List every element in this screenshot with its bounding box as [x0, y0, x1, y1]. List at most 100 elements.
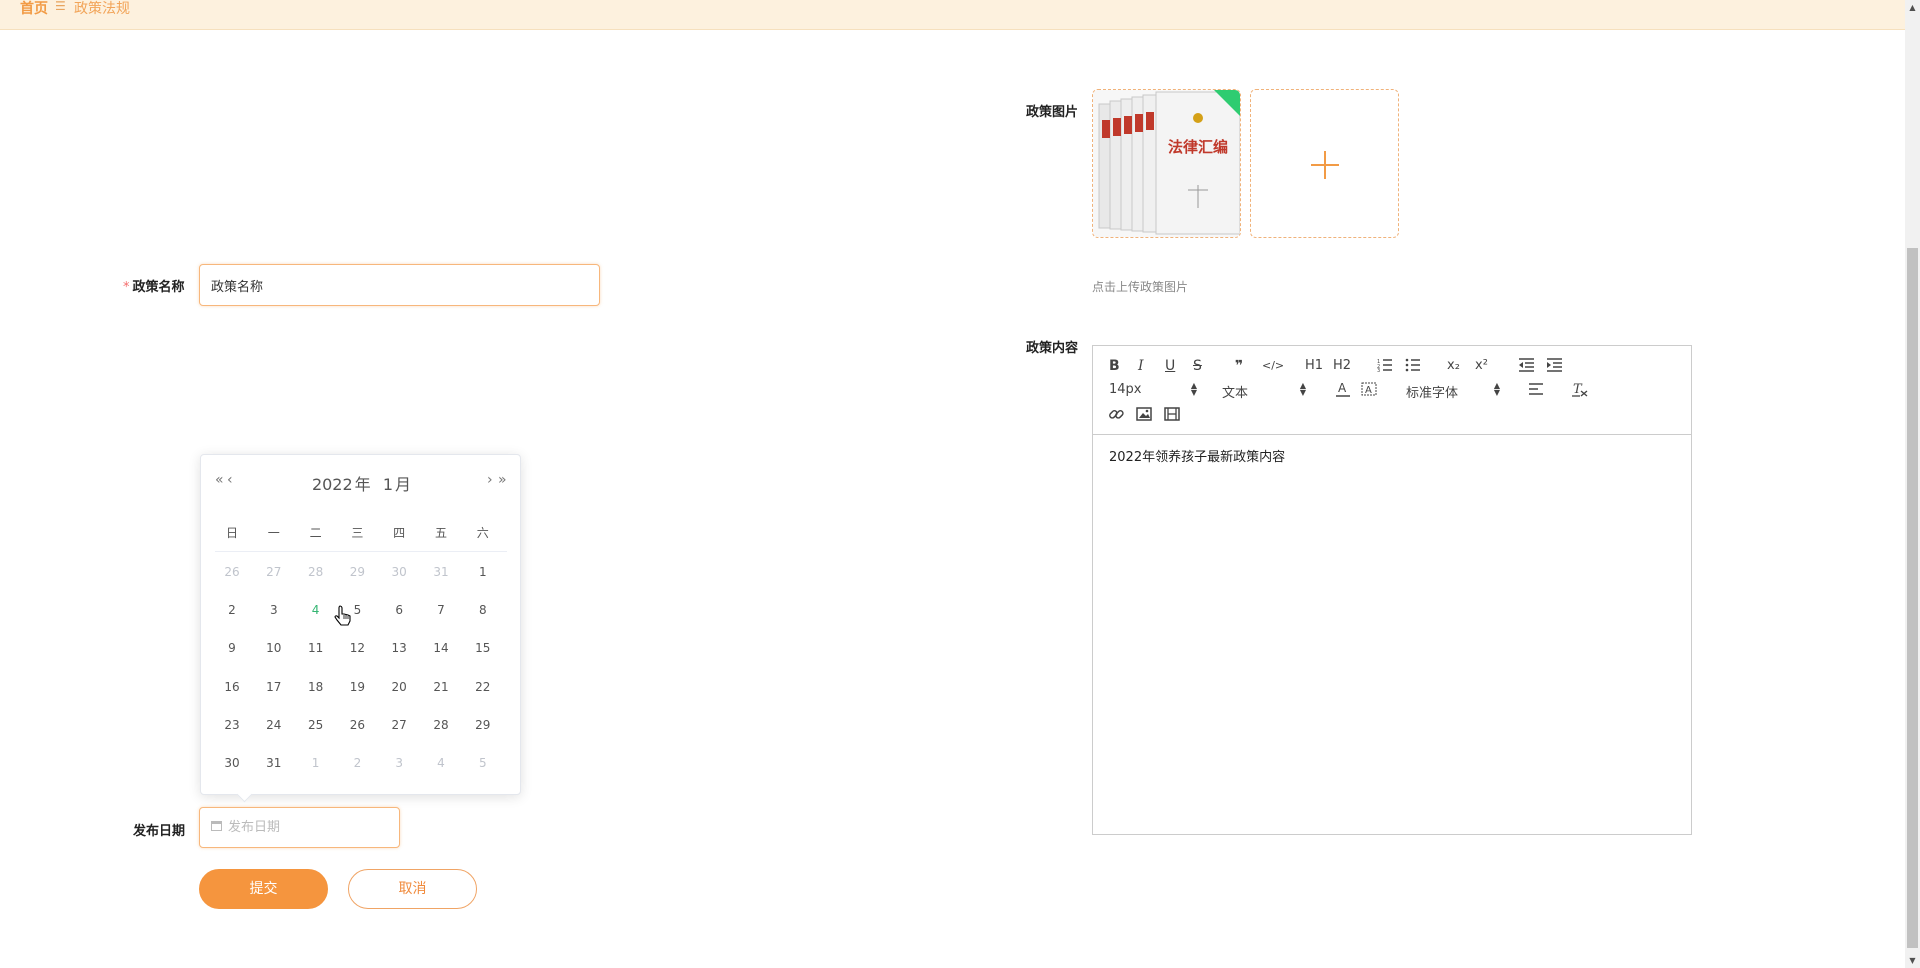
calendar-day[interactable]: 18 [301, 680, 331, 694]
calendar-day[interactable]: 16 [217, 680, 247, 694]
calendar-day[interactable]: 11 [301, 641, 331, 655]
align-icon[interactable] [1529, 383, 1545, 397]
image-icon[interactable] [1136, 407, 1152, 421]
calendar-day[interactable]: 29 [342, 565, 372, 579]
superscript-icon[interactable]: x² [1475, 358, 1488, 374]
weekday-header: 日一二三四五六 [215, 524, 507, 542]
calendar-day[interactable]: 22 [468, 680, 498, 694]
uploaded-image-thumb[interactable]: 法律汇编 [1092, 89, 1241, 238]
publish-date-field[interactable] [199, 807, 400, 848]
select-caret-icon: ▲ ▼ [1190, 381, 1197, 397]
calendar-day[interactable]: 1 [468, 565, 498, 579]
scroll-thumb[interactable] [1907, 248, 1918, 948]
header-select[interactable]: 文本 ▲ ▼ [1222, 381, 1306, 402]
code-icon[interactable]: </> [1262, 358, 1284, 374]
calendar-day[interactable]: 10 [259, 641, 289, 655]
indent-decrease-icon[interactable] [1519, 358, 1535, 372]
calendar-day[interactable]: 7 [426, 603, 456, 617]
calendar-day[interactable]: 27 [259, 565, 289, 579]
calendar-day[interactable]: 3 [384, 756, 414, 770]
text-color-icon[interactable]: A [1336, 381, 1350, 397]
scroll-up-icon[interactable]: ▲ [1905, 0, 1920, 15]
calendar-year[interactable]: 2022 [312, 475, 353, 494]
font-size-select[interactable]: 14px ▲ ▼ [1109, 382, 1197, 398]
calendar-day[interactable]: 2 [217, 603, 247, 617]
next-year-icon[interactable]: » [498, 472, 507, 488]
calendar-day-today[interactable]: 4 [301, 603, 331, 617]
calendar-day[interactable]: 5 [468, 756, 498, 770]
underline-icon[interactable]: U [1165, 358, 1175, 374]
policy-name-input[interactable] [199, 264, 600, 306]
calendar-day[interactable]: 12 [342, 641, 372, 655]
video-icon[interactable] [1164, 407, 1180, 421]
breadcrumb-current[interactable]: 政策法规 [74, 0, 130, 18]
calendar-day[interactable]: 28 [301, 565, 331, 579]
calendar-day[interactable]: 28 [426, 718, 456, 732]
calendar-icon [211, 821, 222, 831]
breadcrumb-bar: 首页 ☰ 政策法规 [0, 0, 1905, 30]
ordered-list-icon[interactable]: 123 [1377, 358, 1393, 372]
calendar-day[interactable]: 26 [342, 718, 372, 732]
calendar-day[interactable]: 15 [468, 641, 498, 655]
weekday-label: 三 [351, 526, 364, 540]
upload-success-badge [1213, 90, 1240, 117]
editor-content[interactable]: 2022年领养孩子最新政策内容 [1109, 446, 1285, 465]
calendar-day[interactable]: 14 [426, 641, 456, 655]
calendar-day[interactable]: 21 [426, 680, 456, 694]
publish-date-input[interactable] [228, 808, 388, 847]
bullet-list-icon[interactable] [1405, 358, 1421, 372]
rich-text-editor: B I U S ❞ </> H1 H2 123 x₂ x² 14px ▲ ▼ 文… [1092, 345, 1692, 835]
calendar-header: 2022 年 1月 [201, 471, 522, 495]
link-icon[interactable] [1108, 406, 1124, 422]
calendar-day[interactable]: 4 [426, 756, 456, 770]
calendar-day[interactable]: 25 [301, 718, 331, 732]
calendar-day[interactable]: 31 [426, 565, 456, 579]
calendar-day[interactable]: 17 [259, 680, 289, 694]
italic-icon[interactable]: I [1138, 358, 1144, 374]
weekday-label: 四 [393, 526, 406, 540]
h1-icon[interactable]: H1 [1305, 358, 1323, 374]
calendar-day[interactable]: 13 [384, 641, 414, 655]
page-scrollbar[interactable]: ▲ ▼ [1905, 0, 1920, 968]
calendar-day[interactable]: 3 [259, 603, 289, 617]
background-color-icon[interactable]: A [1361, 381, 1377, 397]
calendar-day[interactable]: 31 [259, 756, 289, 770]
clear-format-icon[interactable]: T [1572, 381, 1588, 397]
publish-date-label: 发布日期 [133, 824, 186, 839]
h2-icon[interactable]: H2 [1333, 358, 1351, 374]
scroll-down-icon[interactable]: ▼ [1905, 953, 1920, 968]
weekday-label: 二 [309, 526, 322, 540]
cancel-button[interactable]: 取消 [348, 869, 477, 909]
calendar-day[interactable]: 19 [342, 680, 372, 694]
next-month-icon[interactable]: › [487, 472, 493, 488]
upload-image-button[interactable] [1250, 89, 1399, 238]
calendar-day[interactable]: 23 [217, 718, 247, 732]
font-size-value: 14px [1109, 382, 1142, 397]
svg-text:A: A [1338, 381, 1347, 395]
calendar-day[interactable]: 9 [217, 641, 247, 655]
indent-increase-icon[interactable] [1547, 358, 1563, 372]
calendar-day[interactable]: 27 [384, 718, 414, 732]
submit-button[interactable]: 提交 [199, 869, 328, 909]
calendar-day[interactable]: 8 [468, 603, 498, 617]
bold-icon[interactable]: B [1109, 358, 1120, 374]
popup-arrow [236, 786, 253, 803]
quote-icon[interactable]: ❞ [1235, 358, 1243, 374]
strike-icon[interactable]: S [1193, 358, 1202, 374]
divider [215, 551, 507, 552]
calendar-day[interactable]: 29 [468, 718, 498, 732]
select-caret-icon: ▲ ▼ [1299, 381, 1306, 397]
calendar-day[interactable]: 26 [217, 565, 247, 579]
font-family-select[interactable]: 标准字体 ▲ ▼ [1406, 382, 1500, 402]
calendar-day[interactable]: 2 [342, 756, 372, 770]
svg-text:A: A [1365, 385, 1372, 396]
calendar-month[interactable]: 1 [383, 475, 393, 494]
calendar-day[interactable]: 1 [301, 756, 331, 770]
calendar-day[interactable]: 30 [384, 565, 414, 579]
subscript-icon[interactable]: x₂ [1447, 358, 1460, 374]
breadcrumb-home[interactable]: 首页 [20, 0, 48, 18]
calendar-day[interactable]: 30 [217, 756, 247, 770]
calendar-day[interactable]: 6 [384, 603, 414, 617]
calendar-day[interactable]: 24 [259, 718, 289, 732]
calendar-day[interactable]: 20 [384, 680, 414, 694]
